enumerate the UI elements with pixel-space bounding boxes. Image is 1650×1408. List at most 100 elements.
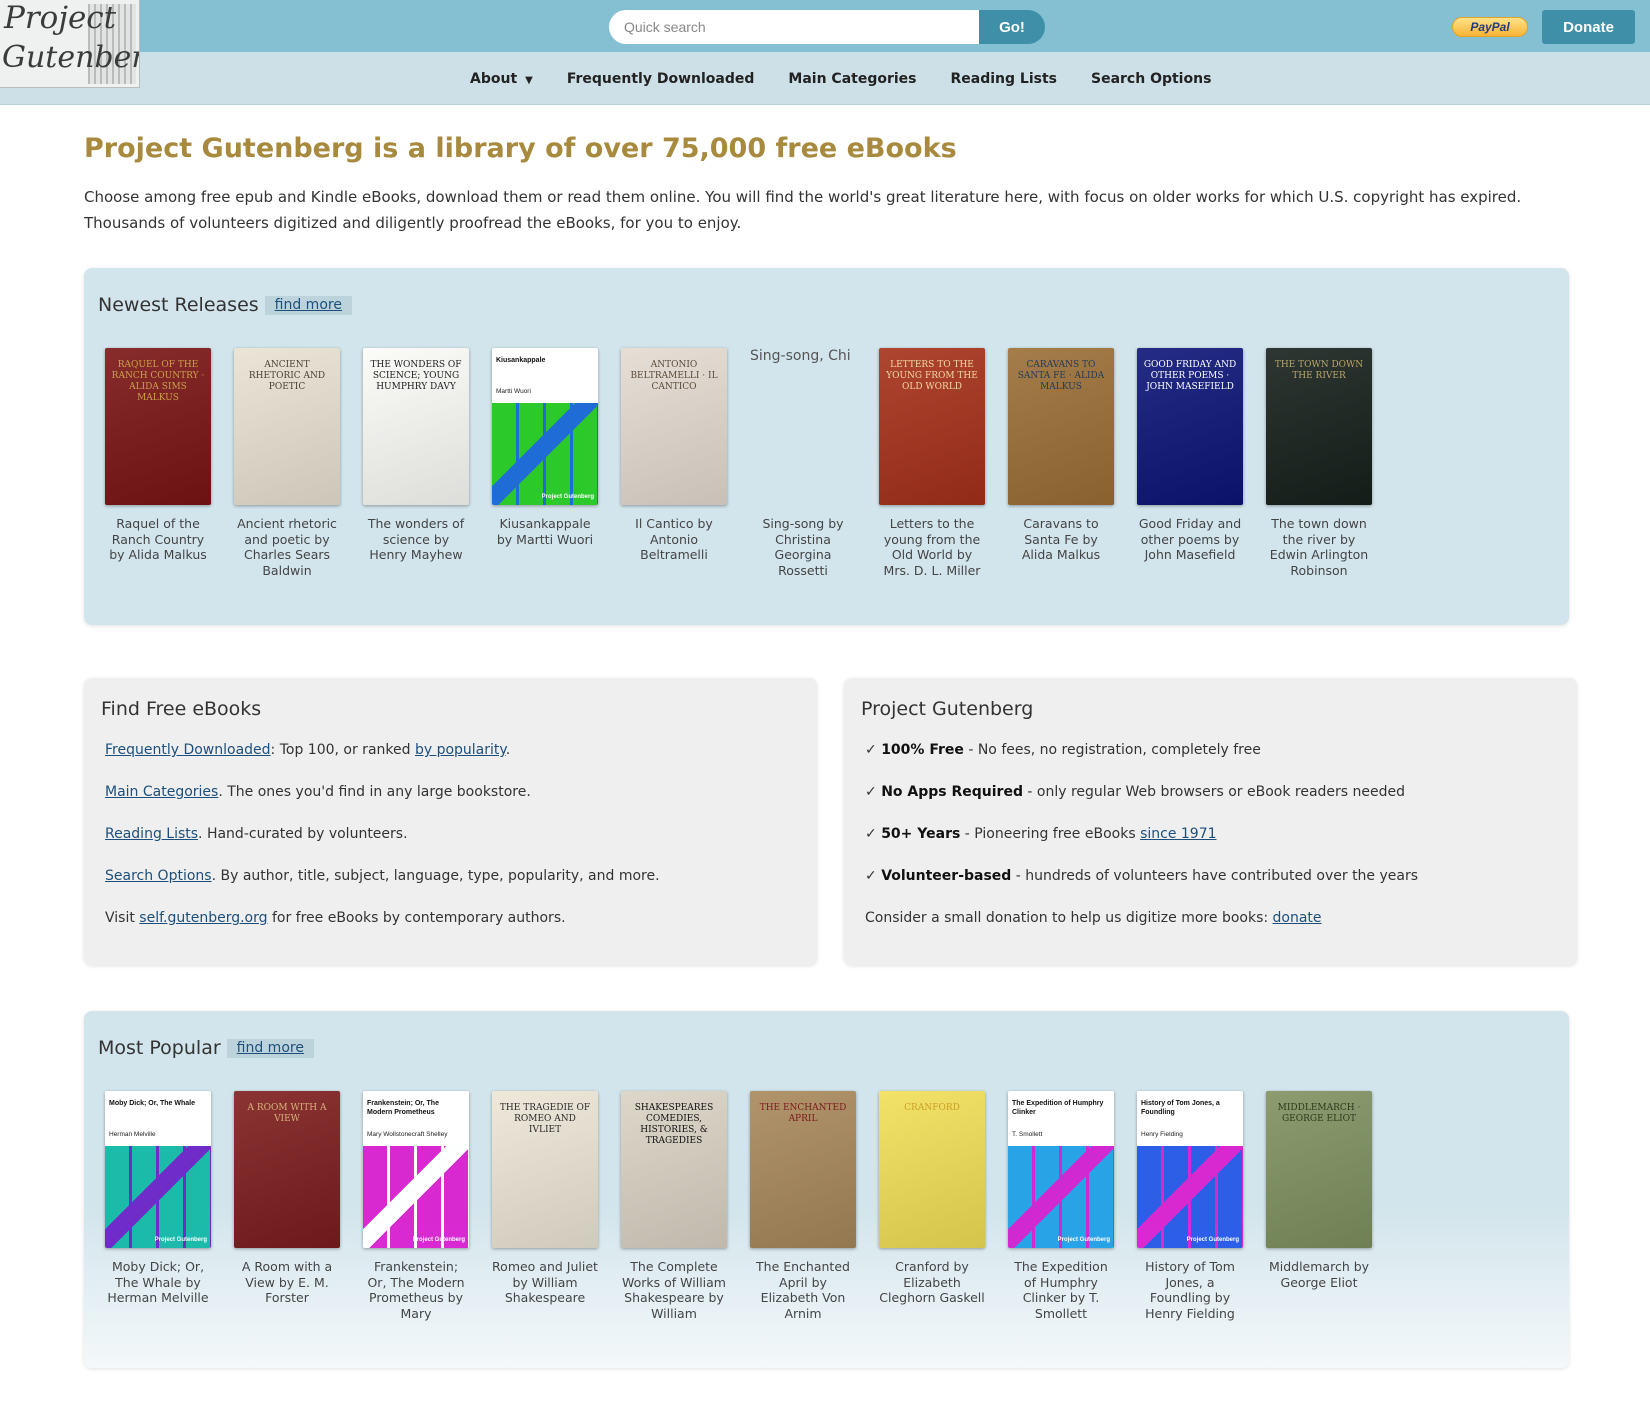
book-item[interactable]: Good Friday and other poems · John Masef… <box>1137 348 1243 578</box>
book-cover[interactable]: The Enchanted April <box>750 1091 856 1248</box>
intro-paragraph: Choose among free epub and Kindle eBooks… <box>84 188 1522 232</box>
menu-main-categories[interactable]: Main Categories <box>788 71 916 87</box>
cover-title: History of Tom Jones, a Foundling <box>1141 1100 1220 1116</box>
book-item[interactable]: A Room with a View A Room with a View by … <box>234 1091 340 1321</box>
book-cover[interactable]: Raquel of the Ranch Country · Alida Sims… <box>105 348 211 505</box>
logo-text-project: Project <box>4 0 117 36</box>
book-title-link[interactable]: History of Tom Jones, a Foundling by Hen… <box>1137 1259 1243 1321</box>
cover-header: History of Tom Jones, a Foundling Henry F… <box>1137 1091 1243 1146</box>
book-title-link[interactable]: Letters to the young from the Old World … <box>879 516 985 578</box>
find-free-item-self-gutenberg: Visit self.gutenberg.org for free eBooks… <box>105 908 660 950</box>
menu-about[interactable]: About ▼ <box>470 71 533 87</box>
book-cover[interactable]: History of Tom Jones, a Foundling Henry F… <box>1137 1091 1243 1248</box>
book-title-link[interactable]: Good Friday and other poems by John Mase… <box>1137 516 1243 578</box>
pg-feature-bold: 50+ Years <box>881 826 961 842</box>
frequently-downloaded-link[interactable]: Frequently Downloaded <box>105 742 271 758</box>
cover-author: Mary Wollstonecraft Shelley <box>367 1131 448 1138</box>
since-1971-link[interactable]: since 1971 <box>1140 826 1216 842</box>
book-item[interactable]: Middlemarch · George Eliot Middlemarch by… <box>1266 1091 1372 1321</box>
pg-feature-list: ✓ 100% Free - No fees, no registration, … <box>865 740 1418 950</box>
book-title-link[interactable]: The wonders of science by Henry Mayhew <box>363 516 469 578</box>
book-cover[interactable]: Good Friday and other poems · John Masef… <box>1137 348 1243 505</box>
book-item[interactable]: Antonio Beltramelli · Il Cantico Il Canti… <box>621 348 727 578</box>
find-free-text: for free eBooks by contemporary authors. <box>267 910 566 926</box>
book-item[interactable]: Moby Dick; Or, The Whale Herman Melville P… <box>105 1091 211 1321</box>
book-title-link[interactable]: Raquel of the Ranch Country by Alida Mal… <box>105 516 211 578</box>
cover-pattern: Project Gutenberg <box>363 1146 469 1248</box>
book-cover[interactable]: Kiusankappale Martti Wuori Project Gutenbe… <box>492 348 598 505</box>
site-logo[interactable]: Project Gutenberg <box>0 0 140 88</box>
book-cover[interactable]: A Room with a View <box>234 1091 340 1248</box>
quick-search-input[interactable] <box>609 10 979 44</box>
book-cover[interactable]: The Tragedie of Romeo and Ivliet <box>492 1091 598 1248</box>
cover-title: The Expedition of Humphry Clinker <box>1012 1100 1104 1116</box>
cover-badge: Project Gutenberg <box>541 494 594 500</box>
book-item[interactable]: Sing-song, Chi Sing-song by Christina Geo… <box>750 348 856 578</box>
project-gutenberg-title: Project Gutenberg <box>861 698 1034 720</box>
book-title-link[interactable]: The Enchanted April by Elizabeth Von Arn… <box>750 1259 856 1321</box>
book-title-link[interactable]: A Room with a View by E. M. Forster <box>234 1259 340 1321</box>
pg-donation-line: Consider a small donation to help us dig… <box>865 908 1418 950</box>
donate-button[interactable]: Donate <box>1542 10 1635 44</box>
book-item[interactable]: Shakespeares Comedies, Histories, & Trag… <box>621 1091 727 1321</box>
pg-feature-volunteers: ✓ Volunteer-based - hundreds of voluntee… <box>865 866 1418 908</box>
book-item[interactable]: Cranford Cranford by Elizabeth Cleghorn G… <box>879 1091 985 1321</box>
donate-link[interactable]: donate <box>1273 910 1322 926</box>
book-item[interactable]: Raquel of the Ranch Country · Alida Sims… <box>105 348 211 578</box>
paypal-button[interactable]: PayPal <box>1452 17 1528 37</box>
book-item[interactable]: Frankenstein; Or, The Modern Prometheus M… <box>363 1091 469 1321</box>
by-popularity-link[interactable]: by popularity <box>415 742 506 758</box>
book-cover[interactable]: The Town Down the River <box>1266 348 1372 505</box>
book-item[interactable]: Ancient Rhetoric and Poetic Ancient rheto… <box>234 348 340 578</box>
pg-feature-text: - only regular Web browsers or eBook rea… <box>1022 784 1406 800</box>
book-item[interactable]: The Enchanted April The Enchanted April b… <box>750 1091 856 1321</box>
menu-search-options[interactable]: Search Options <box>1091 71 1211 87</box>
book-item[interactable]: Letters to the Young from the Old World L… <box>879 348 985 578</box>
book-title-link[interactable]: Frankenstein; Or, The Modern Prometheus … <box>363 1259 469 1321</box>
main-categories-link[interactable]: Main Categories <box>105 784 218 800</box>
search-go-button[interactable]: Go! <box>979 10 1045 44</box>
book-title-link[interactable]: Cranford by Elizabeth Cleghorn Gaskell <box>879 1259 985 1321</box>
book-title-link[interactable]: Moby Dick; Or, The Whale by Herman Melvi… <box>105 1259 211 1321</box>
reading-lists-link[interactable]: Reading Lists <box>105 826 198 842</box>
newest-find-more-link[interactable]: find more <box>264 296 352 315</box>
cover-header: Kiusankappale Martti Wuori <box>492 348 598 403</box>
book-title-link[interactable]: The town down the river by Edwin Arlingt… <box>1266 516 1372 578</box>
book-cover[interactable]: Sing-song, Chi <box>750 348 856 505</box>
find-free-item-reading-lists: Reading Lists. Hand-curated by volunteer… <box>105 824 660 866</box>
book-cover[interactable]: Caravans to Santa Fe · Alida Malkus <box>1008 348 1114 505</box>
menu-reading-lists[interactable]: Reading Lists <box>951 71 1057 87</box>
book-title-link[interactable]: Ancient rhetoric and poetic by Charles S… <box>234 516 340 578</box>
book-cover[interactable]: Shakespeares Comedies, Histories, & Trag… <box>621 1091 727 1248</box>
book-item[interactable]: The Tragedie of Romeo and Ivliet Romeo an… <box>492 1091 598 1321</box>
self-gutenberg-link[interactable]: self.gutenberg.org <box>139 910 267 926</box>
book-cover[interactable]: Frankenstein; Or, The Modern Prometheus M… <box>363 1091 469 1248</box>
book-cover[interactable]: Ancient Rhetoric and Poetic <box>234 348 340 505</box>
search-options-link[interactable]: Search Options <box>105 868 212 884</box>
book-cover[interactable]: The Wonders of Science; Young Humphry Da… <box>363 348 469 505</box>
popular-find-more-link[interactable]: find more <box>226 1039 314 1058</box>
book-title-link[interactable]: The Expedition of Humphry Clinker by T. … <box>1008 1259 1114 1321</box>
menu-frequently-downloaded[interactable]: Frequently Downloaded <box>567 71 755 87</box>
book-title-link[interactable]: Caravans to Santa Fe by Alida Malkus <box>1008 516 1114 578</box>
book-title-link[interactable]: The Complete Works of William Shakespear… <box>621 1259 727 1321</box>
book-title-link[interactable]: Kiusankappale by Martti Wuori <box>492 516 598 578</box>
book-item[interactable]: The Wonders of Science; Young Humphry Da… <box>363 348 469 578</box>
book-cover[interactable]: Moby Dick; Or, The Whale Herman Melville P… <box>105 1091 211 1248</box>
book-cover[interactable]: Letters to the Young from the Old World <box>879 348 985 505</box>
book-title-link[interactable]: Romeo and Juliet by William Shakespeare <box>492 1259 598 1321</box>
book-cover[interactable]: The Expedition of Humphry Clinker T. Smol… <box>1008 1091 1114 1248</box>
pg-feature-text: - hundreds of volunteers have contribute… <box>1011 868 1419 884</box>
book-cover[interactable]: Middlemarch · George Eliot <box>1266 1091 1372 1248</box>
book-item[interactable]: The Expedition of Humphry Clinker T. Smol… <box>1008 1091 1114 1321</box>
cover-pattern: Project Gutenberg <box>1008 1146 1114 1248</box>
book-cover[interactable]: Antonio Beltramelli · Il Cantico <box>621 348 727 505</box>
book-item[interactable]: Kiusankappale Martti Wuori Project Gutenbe… <box>492 348 598 578</box>
book-title-link[interactable]: Middlemarch by George Eliot <box>1266 1259 1372 1321</box>
book-title-link[interactable]: Sing-song by Christina Georgina Rossetti <box>750 516 856 578</box>
book-title-link[interactable]: Il Cantico by Antonio Beltramelli <box>621 516 727 578</box>
book-item[interactable]: Caravans to Santa Fe · Alida Malkus Carav… <box>1008 348 1114 578</box>
book-item[interactable]: History of Tom Jones, a Foundling Henry F… <box>1137 1091 1243 1321</box>
book-item[interactable]: The Town Down the River The town down the… <box>1266 348 1372 578</box>
book-cover[interactable]: Cranford <box>879 1091 985 1248</box>
